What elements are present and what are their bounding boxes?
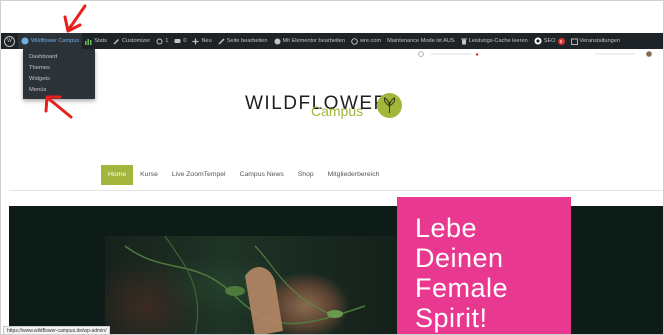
trash-icon: [460, 38, 467, 45]
hero-headline-line-4: Spirit!: [415, 303, 488, 333]
globe-icon: [351, 37, 358, 45]
nav-divider: [9, 190, 663, 191]
updates-menu[interactable]: 1: [153, 33, 171, 49]
events-label: Veranstaltungen: [579, 38, 620, 44]
cache-menu[interactable]: Leistungs-Cache leeren: [458, 33, 531, 49]
hero-photo-vines: [124, 236, 366, 334]
seo-label: SEO: [543, 38, 556, 44]
customizer-menu[interactable]: Customizer: [110, 33, 153, 49]
hero-headline-line-3: Female: [415, 273, 509, 303]
comments-menu[interactable]: 0: [171, 33, 189, 49]
bar-chart-icon: [85, 38, 92, 45]
site-name-dropdown: Dashboard Themes Widgets Menüs: [23, 49, 95, 99]
status-dot-icon: [475, 53, 479, 56]
hero-headline-line-2: Deinen: [415, 243, 504, 273]
wre-label: wre.com: [360, 38, 382, 44]
wre-menu[interactable]: wre.com: [348, 33, 384, 49]
site-name-label: Wildflower Campus: [31, 38, 80, 44]
home-icon: [21, 37, 29, 45]
updates-count: 1: [165, 38, 169, 44]
comment-icon: [174, 38, 181, 45]
status-bar-url: https://www.wildflower-campus.de/wp-admi…: [3, 326, 111, 334]
logo-subtitle: Campus: [311, 103, 364, 119]
wp-logo-menu[interactable]: W: [1, 33, 18, 49]
calendar-icon: [570, 38, 578, 45]
new-content-menu[interactable]: Neu: [189, 33, 214, 49]
elementor-icon: [274, 38, 281, 45]
maintenance-menu[interactable]: Maintenance Mode ist AUS: [384, 33, 457, 49]
wp-admin-bar: W Wildflower Campus Stats Customizer 1 0…: [1, 33, 663, 49]
nav-item-mitgliederbereich[interactable]: Mitgliederbereich: [321, 165, 387, 185]
browser-viewport: W Wildflower Campus Stats Customizer 1 0…: [0, 0, 664, 335]
new-label: Neu: [201, 38, 212, 44]
nav-item-campus-news[interactable]: Campus News: [233, 165, 291, 185]
hero-photo: [105, 236, 400, 334]
customizer-label: Customizer: [121, 38, 151, 44]
cache-label: Leistungs-Cache leeren: [468, 38, 528, 44]
avatar: [646, 51, 652, 57]
stats-menu[interactable]: Stats: [82, 33, 110, 49]
pencil-icon: [218, 38, 225, 45]
comments-count: 0: [183, 38, 187, 44]
plus-icon: [192, 38, 199, 45]
seo-notification-badge: 6: [557, 37, 565, 45]
annotation-arrow-down-icon: [63, 4, 87, 33]
edit-page-label: Seite bearbeiten: [226, 38, 268, 44]
dropdown-item-widgets[interactable]: Widgets: [23, 74, 95, 85]
maintenance-label: Maintenance Mode ist AUS: [387, 38, 455, 44]
logo-leaf-icon: [377, 93, 402, 118]
hero-headline-line-1: Lebe: [415, 213, 478, 243]
nav-item-shop[interactable]: Shop: [291, 165, 321, 185]
globe-icon: [418, 51, 424, 57]
elementor-menu[interactable]: Mit Elementor bearbeiten: [271, 33, 349, 49]
nav-item-home[interactable]: Home: [101, 165, 134, 185]
header-top-strip: [418, 51, 652, 57]
elementor-label: Mit Elementor bearbeiten: [282, 38, 346, 44]
refresh-icon: [156, 38, 163, 45]
seo-menu[interactable]: SEO 6: [531, 33, 568, 49]
annotation-arrow-up-icon: [44, 95, 73, 119]
seo-icon: [534, 37, 542, 45]
edit-page-menu[interactable]: Seite bearbeiten: [215, 33, 271, 49]
main-navigation: Home Kurse Live ZoomTempel Campus News S…: [101, 165, 386, 185]
site-name-menu[interactable]: Wildflower Campus: [18, 33, 83, 49]
nav-item-live-zoomtempel[interactable]: Live ZoomTempel: [165, 165, 233, 185]
nav-item-kurse[interactable]: Kurse: [133, 165, 165, 185]
stats-label: Stats: [94, 38, 107, 44]
dropdown-item-themes[interactable]: Themes: [23, 63, 95, 74]
events-menu[interactable]: Veranstaltungen: [568, 33, 623, 49]
wordpress-icon: W: [4, 35, 15, 47]
dropdown-item-dashboard[interactable]: Dashboard: [23, 52, 95, 63]
brush-icon: [113, 38, 120, 45]
